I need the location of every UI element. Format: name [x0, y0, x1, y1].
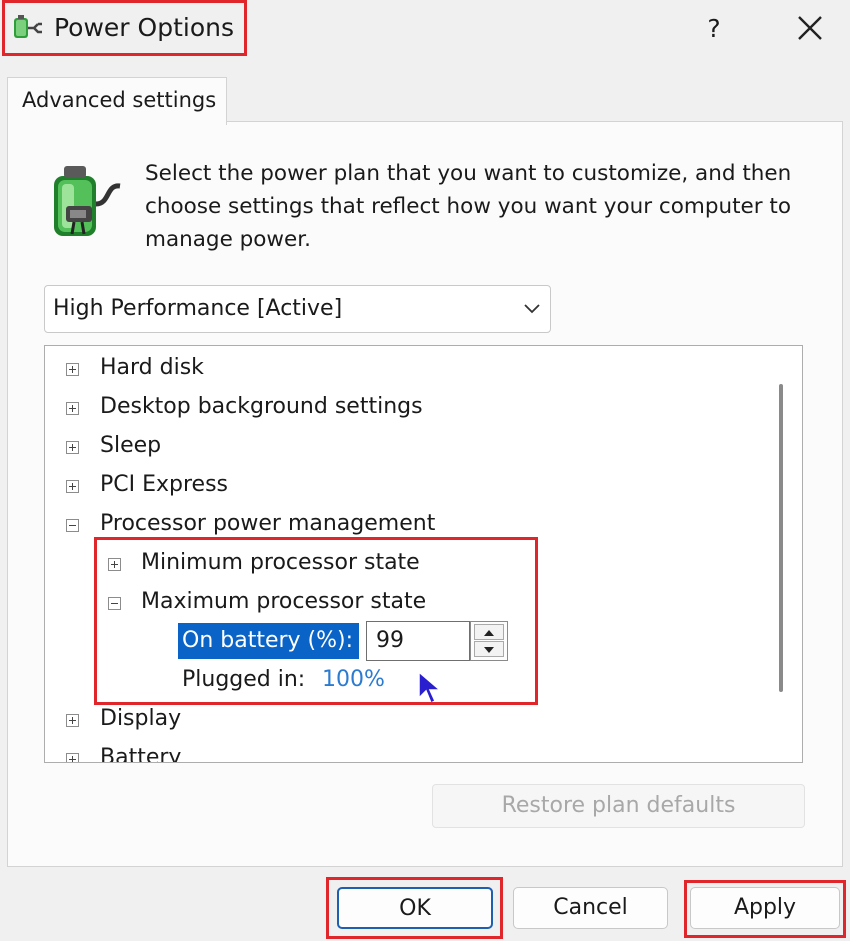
chevron-down-icon — [524, 304, 540, 314]
tab-advanced-settings[interactable]: Advanced settings — [7, 77, 227, 125]
power-plan-select[interactable]: High Performance [Active] — [44, 285, 551, 333]
expand-icon[interactable] — [66, 363, 79, 376]
cancel-button[interactable]: Cancel — [513, 887, 668, 929]
expand-icon[interactable] — [66, 480, 79, 493]
highlight-box-processor-state — [94, 537, 538, 705]
tree-clip: Battery — [45, 740, 775, 762]
help-button[interactable]: ? — [697, 10, 731, 48]
highlight-box-apply — [684, 880, 846, 938]
description-text: Select the power plan that you want to c… — [145, 161, 792, 252]
battery-plug-icon — [54, 166, 121, 236]
highlight-box-ok — [326, 877, 503, 939]
close-icon[interactable] — [790, 8, 830, 48]
highlight-box-title — [2, 0, 247, 56]
expand-icon[interactable] — [66, 714, 79, 727]
tree-scrollbar[interactable] — [779, 384, 783, 692]
restore-defaults-button[interactable]: Restore plan defaults — [432, 784, 805, 828]
expand-icon[interactable] — [66, 402, 79, 415]
expand-icon[interactable] — [66, 441, 79, 454]
expand-icon[interactable] — [66, 753, 79, 762]
collapse-icon[interactable] — [66, 519, 79, 532]
